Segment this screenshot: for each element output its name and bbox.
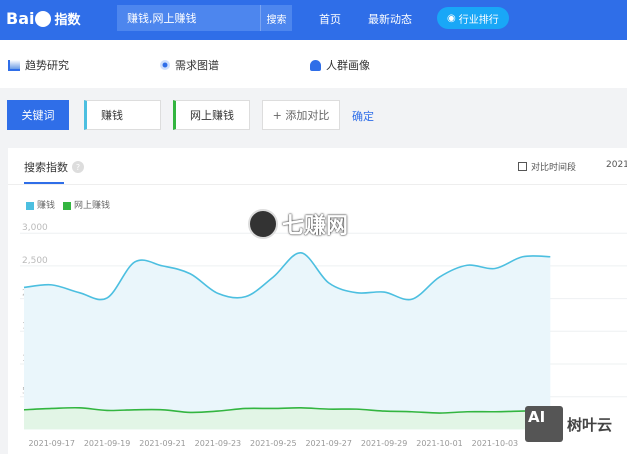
x-tick-label: 2021-10-03 — [472, 439, 519, 448]
watermark-shuyeyun: AI 树叶云 — [525, 406, 612, 442]
avatar-icon — [248, 209, 278, 239]
x-tick-label: 2021-09-29 — [361, 439, 408, 448]
watermark-text: 七赚网 — [282, 214, 349, 239]
watermark-text: 树叶云 — [567, 415, 613, 434]
x-tick-label: 2021-09-21 — [139, 439, 186, 448]
y-tick-label: 3,000 — [22, 223, 48, 233]
y-tick-label: 2,500 — [22, 256, 48, 266]
series-area-1 — [24, 252, 551, 430]
x-tick-label: 2021-09-17 — [28, 439, 75, 448]
x-tick-label: 2021-09-19 — [84, 439, 131, 448]
watermark-qizhuan: 七赚网 — [248, 208, 348, 240]
x-tick-label: 2021-09-23 — [195, 439, 242, 448]
x-tick-label: 2021-09-25 — [250, 439, 297, 448]
x-tick-label: 2021-09-27 — [305, 439, 352, 448]
x-tick-label: 2021-10-01 — [416, 439, 463, 448]
ai-logo-icon: AI — [525, 406, 563, 442]
plot-area — [23, 252, 551, 430]
